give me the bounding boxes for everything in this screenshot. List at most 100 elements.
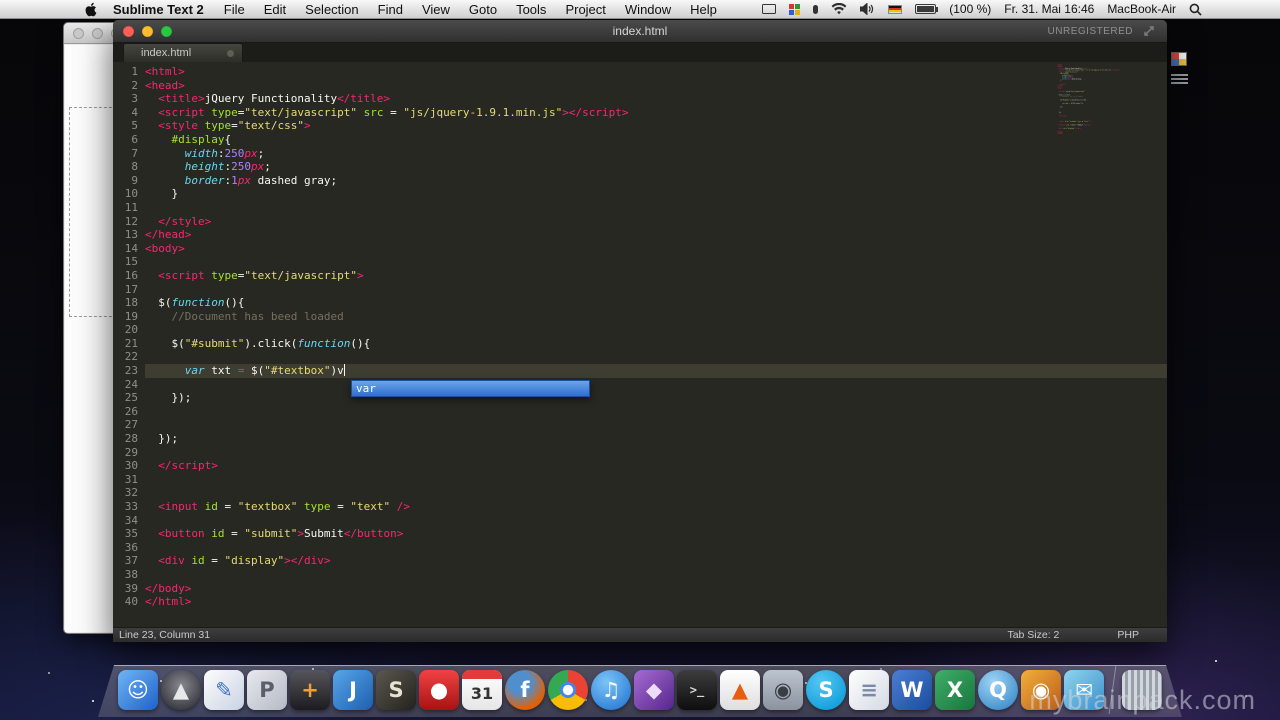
code-line[interactable]: 12 </style> bbox=[113, 215, 1167, 229]
dock-excel-icon[interactable]: X bbox=[935, 670, 975, 710]
dock-red-app-icon[interactable]: ● bbox=[419, 670, 459, 710]
code-line[interactable]: 27 bbox=[113, 418, 1167, 432]
code-line[interactable]: 9 border:1px dashed gray; bbox=[113, 174, 1167, 188]
dock-trash-icon[interactable] bbox=[1122, 670, 1162, 710]
code-area[interactable]: 1<html>2<head>3 <title>jQuery Functional… bbox=[1057, 64, 1123, 135]
code-line[interactable]: 14 <body> bbox=[113, 242, 1167, 256]
menu-find[interactable]: Find bbox=[378, 2, 403, 17]
tab-index-html[interactable]: index.html bbox=[123, 43, 243, 62]
minimap[interactable]: 1<html>2<head>3 <title>jQuery Functional… bbox=[1057, 64, 1123, 156]
volume-icon[interactable] bbox=[860, 3, 875, 15]
dock-skype-icon[interactable]: S bbox=[806, 670, 846, 710]
dock-mail-app-icon[interactable]: ✉ bbox=[1064, 670, 1104, 710]
code-line[interactable]: 15 bbox=[113, 255, 1167, 269]
window-titlebar[interactable]: index.html UNREGISTERED bbox=[113, 20, 1167, 43]
code-line[interactable]: 2 <head> bbox=[113, 79, 1167, 93]
apple-menu-icon[interactable] bbox=[84, 2, 97, 17]
keyboard-layout-flag-icon[interactable] bbox=[888, 4, 903, 14]
code-line[interactable]: 30 </script> bbox=[113, 459, 1167, 473]
dock-launchpad-icon[interactable]: ▲ bbox=[161, 670, 201, 710]
dock-word-icon[interactable]: W bbox=[892, 670, 932, 710]
dictation-icon[interactable] bbox=[813, 4, 819, 14]
autocomplete-popup[interactable]: var bbox=[351, 380, 590, 397]
dock-itunes-icon[interactable]: ♫ bbox=[591, 670, 631, 710]
menu-window[interactable]: Window bbox=[625, 2, 671, 17]
code-line[interactable]: 31 bbox=[113, 473, 1167, 487]
code-line[interactable]: 25 }); bbox=[113, 391, 1167, 405]
code-line[interactable]: 38 bbox=[113, 568, 1167, 582]
code-line[interactable]: 28 }); bbox=[113, 432, 1167, 446]
menu-help[interactable]: Help bbox=[690, 2, 717, 17]
editor[interactable]: 1 <html> 2 <head> 3 <title>jQuery Functional… bbox=[113, 62, 1167, 627]
dock-chrome-icon[interactable] bbox=[548, 670, 588, 710]
dock-firefox-icon[interactable]: f bbox=[505, 670, 545, 710]
dock-github-icon[interactable]: ◉ bbox=[763, 670, 803, 710]
code-line[interactable]: 5 <style type="text/css"> bbox=[113, 119, 1167, 133]
code-line[interactable]: 23 var txt = $("#textbox")v bbox=[113, 364, 1167, 378]
dock-calendar-icon[interactable]: 31 bbox=[462, 670, 502, 710]
tab-close-icon[interactable] bbox=[227, 49, 234, 57]
menu-view[interactable]: View bbox=[422, 2, 450, 17]
code-line[interactable]: 6 #display{ bbox=[113, 133, 1167, 147]
code-line[interactable]: 20 bbox=[113, 323, 1167, 337]
menu-selection[interactable]: Selection bbox=[305, 2, 358, 17]
desktop-textfile-icon[interactable] bbox=[1171, 74, 1188, 86]
code-line[interactable]: 26 bbox=[113, 405, 1167, 419]
code-line[interactable]: 1 <html> bbox=[113, 65, 1167, 79]
menu-file[interactable]: File bbox=[224, 2, 245, 17]
dock-sublime-text-icon[interactable]: S bbox=[376, 670, 416, 710]
autocomplete-selected-item[interactable]: var bbox=[356, 382, 376, 395]
dock-pen-app-icon[interactable]: ✎ bbox=[204, 670, 244, 710]
menubar-clock[interactable]: Fr. 31. Mai 16:46 bbox=[1004, 2, 1094, 16]
battery-percentage[interactable]: (100 %) bbox=[949, 2, 991, 16]
dock-quicktime-icon[interactable]: Q bbox=[978, 670, 1018, 710]
code-line[interactable]: 21 $("#submit").click(function(){ bbox=[113, 337, 1167, 351]
sublime-window[interactable]: index.html UNREGISTERED index.html 1 <htm… bbox=[113, 20, 1167, 642]
code-line[interactable]: 3 <title>jQuery Functionality</title> bbox=[113, 92, 1167, 106]
fullscreen-icon[interactable] bbox=[1143, 25, 1155, 37]
code-line[interactable]: 22 bbox=[113, 350, 1167, 364]
code-line[interactable]: 33 <input id = "textbox" type = "text" /… bbox=[113, 500, 1167, 514]
dock-j-app-icon[interactable]: J bbox=[333, 670, 373, 710]
code-line[interactable]: 39 </body> bbox=[113, 582, 1167, 596]
menu-tools[interactable]: Tools bbox=[516, 2, 546, 17]
code-line[interactable]: 16 <script type="text/javascript"> bbox=[113, 269, 1167, 283]
dock-calculator-icon[interactable]: + bbox=[290, 670, 330, 710]
code-line[interactable]: 37 <div id = "display"></div> bbox=[113, 554, 1167, 568]
code-line[interactable]: 8 height:250px; bbox=[113, 160, 1167, 174]
battery-icon[interactable] bbox=[915, 4, 939, 14]
code-line[interactable]: 17 bbox=[113, 283, 1167, 297]
code-line[interactable]: 10 } bbox=[113, 187, 1167, 201]
dock-photo-booth-icon[interactable]: ◉ bbox=[1021, 670, 1061, 710]
menu-edit[interactable]: Edit bbox=[264, 2, 286, 17]
dock-finder-icon[interactable]: ☺ bbox=[118, 670, 158, 710]
code-line[interactable]: 40 </html> bbox=[113, 595, 1167, 609]
code-line[interactable]: 19 //Document has beed loaded bbox=[113, 310, 1167, 324]
active-app-name[interactable]: Sublime Text 2 bbox=[113, 2, 204, 17]
menu-goto[interactable]: Goto bbox=[469, 2, 497, 17]
syntax-indicator[interactable]: PHP bbox=[1117, 629, 1139, 641]
dock-purple-app-icon[interactable]: ◆ bbox=[634, 670, 674, 710]
desktop-file-icon[interactable] bbox=[1171, 52, 1187, 66]
code-line[interactable]: 11 bbox=[113, 201, 1167, 215]
code-line[interactable]: 24 bbox=[113, 378, 1167, 392]
menu-project[interactable]: Project bbox=[565, 2, 605, 17]
tab-size-indicator[interactable]: Tab Size: 2 bbox=[1007, 629, 1059, 641]
code-line[interactable]: 13 </head> bbox=[113, 228, 1167, 242]
code-line[interactable]: 7 width:250px; bbox=[113, 147, 1167, 161]
code-line[interactable]: 18 $(function(){ bbox=[113, 296, 1167, 310]
display-icon[interactable] bbox=[762, 4, 777, 14]
code-area[interactable]: 1<html>2<head>3 <title>jQuery Functional… bbox=[113, 65, 1167, 609]
code-line[interactable]: 32 bbox=[113, 486, 1167, 500]
code-line[interactable]: 34 bbox=[113, 514, 1167, 528]
code-line[interactable]: 36 bbox=[113, 541, 1167, 555]
wifi-icon[interactable] bbox=[831, 3, 847, 15]
code-line[interactable]: 29 bbox=[113, 446, 1167, 460]
dock-terminal-icon[interactable]: >_ bbox=[677, 670, 717, 710]
dock-document-app-icon[interactable]: ≡ bbox=[849, 670, 889, 710]
code-line[interactable]: 4 <script type="text/javascript" src = "… bbox=[113, 106, 1167, 120]
spotlight-icon[interactable] bbox=[1189, 3, 1202, 16]
dock-preview-app-icon[interactable]: P bbox=[247, 670, 287, 710]
code-line[interactable]: 35 <button id = "submit">Submit</button> bbox=[113, 527, 1167, 541]
spaces-icon[interactable] bbox=[789, 3, 801, 15]
